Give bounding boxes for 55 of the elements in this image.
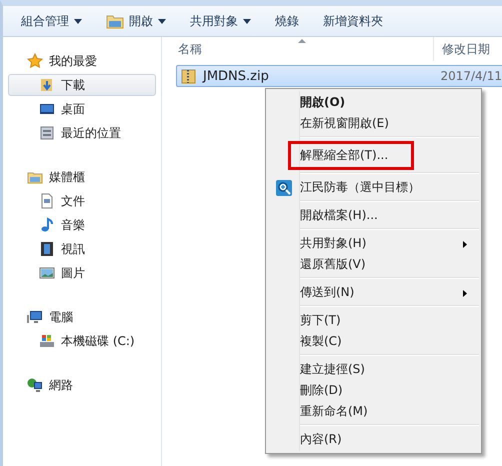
- recent-places-icon: [39, 125, 55, 141]
- menu-item[interactable]: 開啟檔案(H)...: [268, 205, 479, 226]
- menu-item[interactable]: 複製(C): [268, 331, 479, 352]
- menu-item[interactable]: 傳送到(N): [268, 282, 479, 303]
- zip-folder-icon: [181, 68, 197, 84]
- sidebar-header[interactable]: 媒體櫃: [8, 166, 156, 188]
- magnifier-icon: [276, 180, 292, 196]
- menu-item[interactable]: 重新命名(M): [268, 401, 479, 422]
- file-row[interactable]: JMDNS.zip 2017/4/11: [176, 65, 502, 87]
- menu-item[interactable]: 建立捷徑(S): [268, 359, 479, 380]
- document-icon: [39, 193, 55, 209]
- sidebar-item[interactable]: 本機磁碟 (C:): [8, 330, 156, 352]
- download-folder-icon: [39, 77, 55, 93]
- menu-item[interactable]: 開啟(O): [268, 92, 479, 113]
- caret-icon: [74, 18, 82, 24]
- column-header[interactable]: 名稱: [162, 37, 433, 61]
- caret-icon: [243, 18, 251, 24]
- menu-item[interactable]: 刪除(D): [268, 380, 479, 401]
- menu-item[interactable]: 解壓縮全部(T)...: [268, 141, 479, 170]
- menu-item[interactable]: 在新視窗開啟(E): [268, 113, 479, 134]
- menu-item[interactable]: 內容(R): [268, 429, 479, 450]
- toolbar-button[interactable]: 新增資料夾: [313, 8, 393, 34]
- star-icon: [27, 53, 43, 69]
- sidebar-item[interactable]: 圖片: [8, 262, 156, 284]
- menu-item[interactable]: 江民防毒（選中目標）: [268, 177, 479, 198]
- desktop-icon: [39, 101, 55, 117]
- toolbar-button[interactable]: 共用對象: [180, 8, 261, 34]
- sidebar-item[interactable]: 桌面: [8, 98, 156, 120]
- submenu-arrow-icon: [463, 290, 467, 297]
- toolbar-button[interactable]: 燒錄: [265, 8, 309, 34]
- caret-icon: [158, 18, 166, 24]
- film-icon: [39, 241, 55, 257]
- file-name: JMDNS.zip: [203, 68, 270, 84]
- hard-drive-icon: [39, 333, 55, 349]
- folder-icon: [106, 14, 124, 28]
- sidebar-item[interactable]: 下載: [8, 74, 156, 96]
- sidebar-item[interactable]: 最近的位置: [8, 122, 156, 144]
- toolbar-button[interactable]: 組合管理: [11, 8, 92, 34]
- menu-item[interactable]: 共用對象(H): [268, 233, 479, 254]
- menu-item[interactable]: 剪下(T): [268, 310, 479, 331]
- submenu-arrow-icon: [463, 241, 467, 248]
- menu-item[interactable]: 還原舊版(V): [268, 254, 479, 275]
- sidebar-item[interactable]: 文件: [8, 190, 156, 212]
- sidebar-header[interactable]: 電腦: [8, 306, 156, 328]
- toolbar-button[interactable]: 開啟: [96, 8, 176, 34]
- sidebar-item[interactable]: 音樂: [8, 214, 156, 236]
- file-date: 2017/4/11: [440, 69, 502, 83]
- sidebar-header[interactable]: 網路: [8, 374, 156, 396]
- column-header[interactable]: 修改日期: [433, 37, 502, 61]
- music-note-icon: [39, 217, 55, 233]
- network-icon: [27, 377, 43, 393]
- sidebar-item[interactable]: 視訊: [8, 238, 156, 260]
- sidebar-header[interactable]: 我的最愛: [8, 50, 156, 72]
- computer-icon: [27, 309, 43, 325]
- picture-icon: [39, 265, 55, 281]
